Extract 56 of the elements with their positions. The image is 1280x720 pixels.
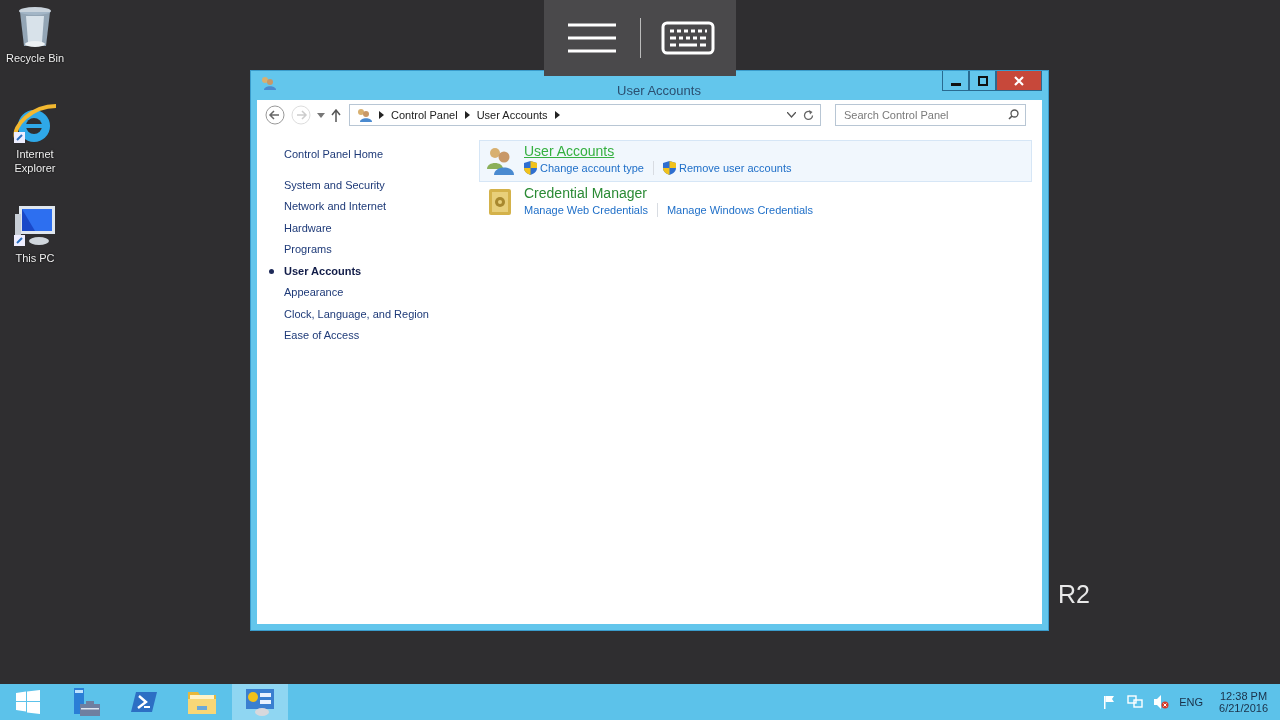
sidebar-item[interactable]: Network and Internet (284, 199, 387, 221)
sidebar-item[interactable]: Programs (284, 242, 332, 264)
category-title-link[interactable]: Credential Manager (524, 185, 647, 201)
dropdown-icon[interactable] (317, 112, 325, 118)
chevron-icon (554, 111, 560, 119)
speaker-muted-icon[interactable] (1153, 695, 1170, 709)
desktop-text: R2 (1058, 580, 1090, 609)
task-link[interactable]: Manage Windows Credentials (666, 204, 814, 216)
sidebar-item[interactable]: Clock, Language, and Region (284, 306, 429, 328)
breadcrumb-item[interactable]: Control Panel (391, 109, 458, 121)
sidebar-link[interactable]: Control Panel Home (284, 147, 384, 169)
task-link[interactable]: Change account type (540, 162, 644, 174)
users-icon (356, 108, 372, 122)
desktop-icon-label[interactable]: Internet Explorer (3, 147, 67, 175)
menu-icon[interactable] (566, 23, 617, 53)
browser-icon (12, 102, 58, 144)
sidebar-item[interactable]: Ease of Access (284, 328, 360, 350)
maximize-icon (977, 75, 988, 86)
clock-time[interactable]: 12:38 PM (1220, 690, 1268, 702)
shield-icon (662, 161, 676, 175)
sidebar-item[interactable]: System and Security (284, 177, 385, 199)
server-manager-icon[interactable] (71, 687, 101, 717)
close-button[interactable] (996, 71, 1042, 91)
refresh-icon[interactable] (803, 109, 814, 121)
control-panel-icon[interactable] (245, 688, 275, 716)
search-field[interactable]: Search Control Panel (835, 104, 1026, 126)
language-indicator[interactable]: ENG (1179, 696, 1204, 708)
chevron-icon (379, 111, 384, 119)
dropdown-icon[interactable] (787, 112, 796, 118)
sidebar-item[interactable]: User Accounts (269, 263, 362, 285)
maximize-button[interactable] (969, 71, 996, 91)
chevron-icon (464, 111, 470, 119)
recycle-bin-icon (18, 6, 52, 48)
minimize-button[interactable] (942, 71, 969, 91)
back-button[interactable] (265, 105, 285, 125)
sidebar-item[interactable]: Appearance (284, 285, 344, 307)
search-icon[interactable] (1008, 109, 1019, 120)
terminal-icon[interactable] (131, 690, 157, 714)
minimize-icon (950, 82, 961, 86)
keyboard-icon[interactable] (661, 21, 716, 55)
clock-date[interactable]: 6/21/2016 (1219, 702, 1268, 714)
address-bar[interactable]: Control Panel User Accounts (349, 104, 821, 126)
vault-icon (487, 187, 513, 217)
breadcrumb-item[interactable]: User Accounts (476, 109, 548, 121)
sidebar-item[interactable]: Hardware (284, 220, 332, 242)
shield-icon (524, 161, 537, 175)
up-arrow-icon[interactable] (331, 108, 341, 122)
users-icon (485, 145, 515, 175)
task-link[interactable]: Manage Web Credentials (524, 204, 648, 216)
close-icon (1014, 75, 1024, 86)
desktop-icon-label[interactable]: Recycle Bin (3, 51, 67, 65)
window-title: User Accounts (616, 81, 702, 98)
computer-icon (13, 204, 57, 248)
desktop-icon-label[interactable]: This PC (3, 251, 67, 265)
users-icon (260, 75, 276, 90)
task-link[interactable]: Remove user accounts (678, 162, 792, 174)
